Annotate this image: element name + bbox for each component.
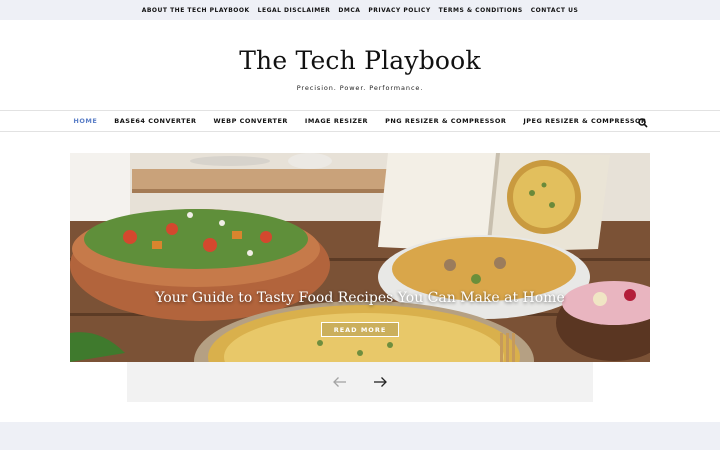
arrow-right-icon[interactable]	[372, 376, 388, 388]
page-main: The Tech Playbook Precision. Power. Perf…	[0, 20, 720, 422]
featured-post-title[interactable]: Your Guide to Tasty Food Recipes You Can…	[70, 290, 650, 306]
site-tagline: Precision. Power. Performance.	[296, 84, 424, 92]
main-nav: HOME BASE64 CONVERTER WEBP CONVERTER IMA…	[0, 110, 720, 132]
nav-item-image-resizer[interactable]: IMAGE RESIZER	[305, 117, 368, 125]
search-icon	[638, 118, 648, 128]
top-menu: ABOUT THE TECH PLAYBOOK LEGAL DISCLAIMER…	[0, 0, 720, 20]
nav-item-webp-converter[interactable]: WEBP CONVERTER	[214, 117, 288, 125]
top-menu-legal-disclaimer[interactable]: LEGAL DISCLAIMER	[258, 7, 331, 14]
top-menu-contact[interactable]: CONTACT US	[531, 7, 579, 14]
site-branding: The Tech Playbook Precision. Power. Perf…	[0, 46, 720, 92]
top-menu-terms[interactable]: TERMS & CONDITIONS	[439, 7, 523, 14]
featured-slide[interactable]: Your Guide to Tasty Food Recipes You Can…	[70, 153, 650, 362]
top-menu-dmca[interactable]: DMCA	[338, 7, 360, 14]
nav-item-jpeg-resizer[interactable]: JPEG RESIZER & COMPRESSOR	[523, 117, 646, 125]
search-button[interactable]	[637, 116, 649, 128]
site-title[interactable]: The Tech Playbook	[0, 46, 720, 75]
read-more-button[interactable]: READ MORE	[321, 322, 399, 337]
top-menu-privacy-policy[interactable]: PRIVACY POLICY	[368, 7, 430, 14]
slider-navigation	[127, 362, 593, 402]
top-menu-about[interactable]: ABOUT THE TECH PLAYBOOK	[142, 7, 250, 14]
nav-item-base64-converter[interactable]: BASE64 CONVERTER	[114, 117, 196, 125]
nav-item-png-resizer[interactable]: PNG RESIZER & COMPRESSOR	[385, 117, 506, 125]
arrow-left-icon[interactable]	[332, 376, 348, 388]
nav-item-home[interactable]: HOME	[73, 117, 97, 125]
